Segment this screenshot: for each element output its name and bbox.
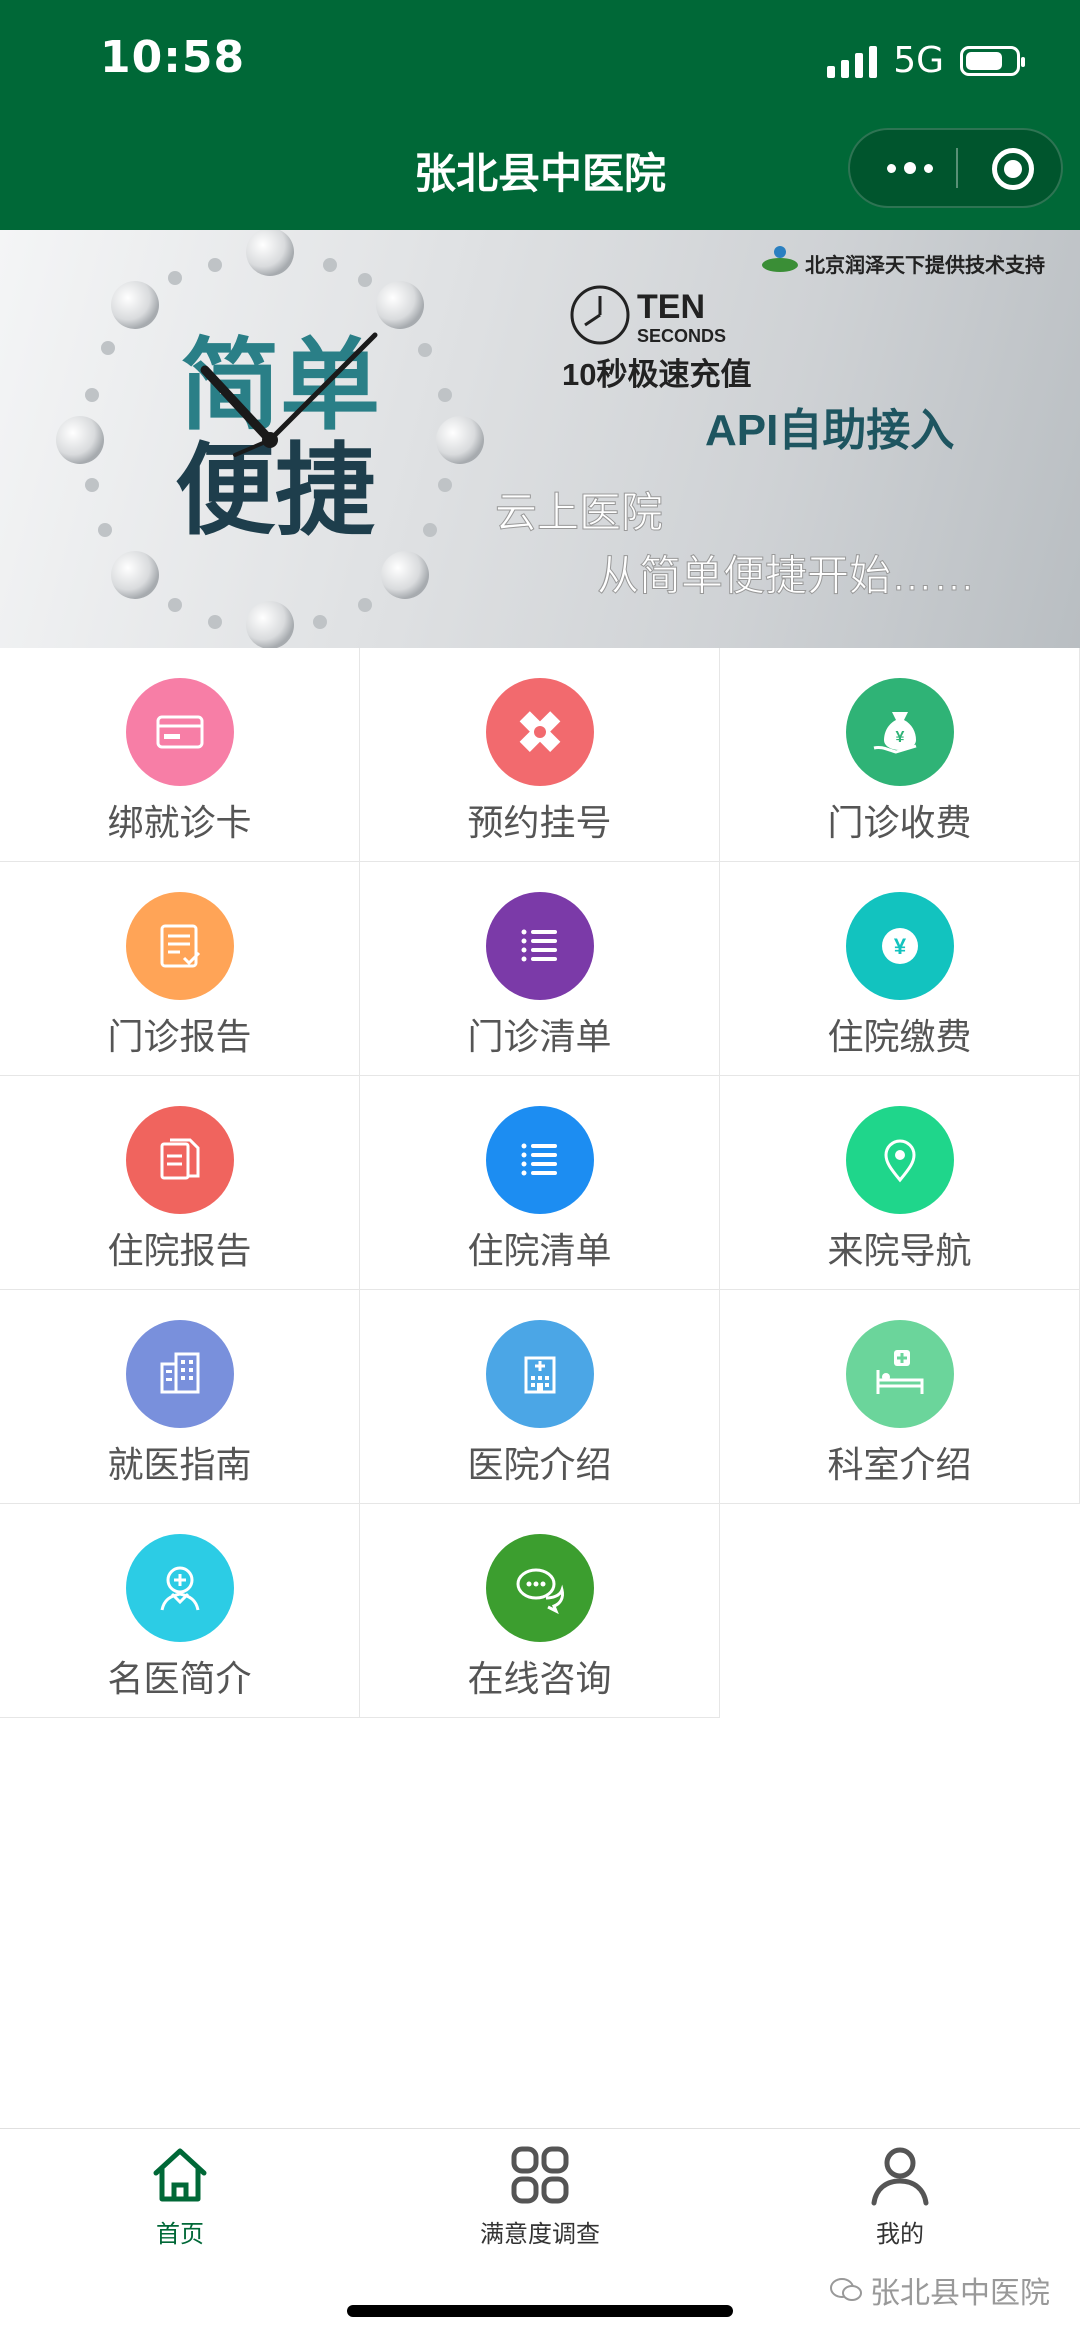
wechat-watermark: 张北县中医院: [830, 2268, 1050, 2312]
tab-label: 我的: [876, 2220, 924, 2248]
signal-icon: [827, 44, 878, 78]
menu-item-navigation[interactable]: 来院导航: [720, 1076, 1080, 1290]
header: 10:58 5G 张北县中医院: [0, 0, 1080, 230]
menu-item-label: 在线咨询: [467, 1659, 612, 1700]
network-type: 5G: [893, 40, 944, 81]
tab-mine[interactable]: 我的: [720, 2129, 1080, 2269]
menu-item-bind-card[interactable]: 绑就诊卡: [0, 648, 360, 862]
location-pin-icon: [846, 1106, 954, 1214]
hospital-icon: [486, 1320, 594, 1428]
tab-survey[interactable]: 满意度调查: [360, 2129, 720, 2269]
menu-item-appointment[interactable]: 预约挂号: [360, 648, 720, 862]
doctor-icon: [126, 1534, 234, 1642]
menu-item-inpatient-payment[interactable]: ¥ 住院缴费: [720, 862, 1080, 1076]
battery-icon: [960, 45, 1025, 76]
menu-item-label: 绑就诊卡: [107, 803, 252, 844]
banner-seconds: SECONDS: [637, 326, 726, 346]
menu-item-inpatient-list[interactable]: 住院清单: [360, 1076, 720, 1290]
tab-label: 满意度调查: [480, 2220, 600, 2248]
menu-item-label: 就医指南: [107, 1445, 252, 1486]
menu-item-outpatient-report[interactable]: 门诊报告: [0, 862, 360, 1076]
wechat-icon: [830, 2278, 862, 2301]
yuan-coin-icon: ¥: [846, 892, 954, 1000]
list-icon: [486, 892, 594, 1000]
menu-item-online-consult[interactable]: 在线咨询: [360, 1504, 720, 1718]
banner-big-line1: 简单: [180, 330, 380, 442]
banner-recharge: 10秒极速充值: [562, 357, 751, 392]
menu-item-label: 门诊收费: [827, 803, 972, 844]
menu-item-label: 住院清单: [467, 1231, 612, 1272]
capsule-divider: [956, 148, 958, 188]
banner-ten: TEN: [637, 288, 705, 326]
chat-icon: [486, 1534, 594, 1642]
banner[interactable]: 简单 便捷 北京润泽天下提供技术支持 TEN SECONDS 10秒极速充值 A…: [0, 230, 1080, 648]
money-bag-icon: ¥: [846, 678, 954, 786]
menu-item-label: 门诊报告: [107, 1017, 252, 1058]
stopwatch-icon: [570, 285, 630, 345]
menu-item-label: 来院导航: [827, 1231, 972, 1272]
banner-graphic: 简单 便捷 北京润泽天下提供技术支持 TEN SECONDS 10秒极速充值 A…: [56, 230, 1045, 648]
status-time: 10:58: [100, 32, 246, 83]
home-icon: [153, 2148, 207, 2202]
sponsor-text: 北京润泽天下提供技术支持: [805, 253, 1045, 277]
banner-api: API自助接入: [705, 406, 954, 455]
report-check-icon: [126, 892, 234, 1000]
list-icon: [486, 1106, 594, 1214]
sponsor-logo-icon: [762, 246, 798, 272]
menu-item-label: 医院介绍: [467, 1445, 612, 1486]
menu-item-outpatient-fee[interactable]: ¥ 门诊收费: [720, 648, 1080, 862]
menu-item-label: 名医简介: [107, 1659, 252, 1700]
menu-item-label: 预约挂号: [467, 803, 612, 844]
svg-text:¥: ¥: [894, 934, 907, 959]
tab-home[interactable]: 首页: [0, 2129, 360, 2269]
banner-big-line2: 便捷: [175, 435, 375, 547]
menu-item-guide[interactable]: 就医指南: [0, 1290, 360, 1504]
watermark-text: 张北县中医院: [870, 2276, 1050, 2311]
documents-icon: [126, 1106, 234, 1214]
svg-text:¥: ¥: [896, 729, 905, 746]
menu-item-doctor-intro[interactable]: 名医简介: [0, 1504, 360, 1718]
close-target-icon[interactable]: [992, 148, 1034, 190]
menu-item-inpatient-report[interactable]: 住院报告: [0, 1076, 360, 1290]
home-indicator: [347, 2305, 733, 2317]
building-icon: [126, 1320, 234, 1428]
menu-item-department-intro[interactable]: 科室介绍: [720, 1290, 1080, 1504]
user-icon: [871, 2147, 929, 2206]
menu-item-outpatient-list[interactable]: 门诊清单: [360, 862, 720, 1076]
banner-slogan: 从简单便捷开始……: [597, 552, 975, 599]
mini-program-capsule: [848, 128, 1063, 208]
tab-label: 首页: [156, 2220, 204, 2248]
menu-item-label: 住院缴费: [827, 1017, 972, 1058]
hospital-bed-icon: [846, 1320, 954, 1428]
banner-cloud: 云上医院: [495, 489, 663, 536]
medical-cross-icon: [486, 678, 594, 786]
more-icon[interactable]: [880, 155, 940, 181]
menu-item-label: 科室介绍: [827, 1445, 972, 1486]
grid-icon: [511, 2146, 569, 2204]
menu-item-label: 住院报告: [107, 1231, 252, 1272]
menu-item-hospital-intro[interactable]: 医院介绍: [360, 1290, 720, 1504]
menu-item-label: 门诊清单: [467, 1017, 612, 1058]
status-icons: 5G: [827, 40, 1025, 81]
card-icon: [126, 678, 234, 786]
